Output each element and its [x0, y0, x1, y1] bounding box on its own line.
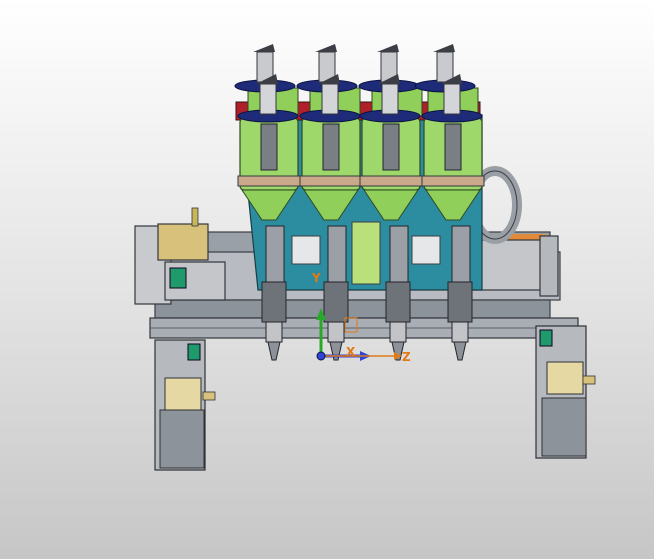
left-leg-assembly[interactable] [154, 339, 216, 471]
left-leg-fitting [202, 391, 216, 401]
left-leg-actuator [164, 377, 202, 411]
right-leg-block [541, 397, 587, 457]
panel-window-2 [291, 235, 321, 265]
x-axis-label: X [346, 345, 356, 359]
panel-window-1 [351, 221, 381, 285]
z-axis-label: Z [402, 350, 411, 364]
lower-rail [154, 299, 551, 319]
triad-origin [316, 351, 326, 361]
y-axis-label: Y [311, 271, 321, 285]
cad-model-view[interactable]: Y X Z [0, 0, 654, 559]
nozzle-4[interactable] [447, 225, 473, 361]
nozzle-1[interactable] [261, 225, 287, 361]
right-leg-connector [539, 329, 553, 347]
left-motor-gearbox [157, 223, 209, 261]
left-motor-connector [169, 267, 187, 289]
left-leg-connector [187, 343, 201, 361]
nozzle-3[interactable] [385, 225, 411, 361]
right-leg-fitting [582, 375, 596, 385]
left-leg-block [159, 409, 205, 469]
cad-viewport[interactable]: Y X Z [0, 0, 654, 559]
right-leg-assembly[interactable] [535, 325, 596, 459]
right-motor-end [539, 235, 559, 297]
panel-window-3 [411, 235, 441, 265]
left-motor-shaft [191, 207, 199, 227]
nozzle-2[interactable] [323, 225, 349, 361]
right-leg-actuator [546, 361, 584, 395]
